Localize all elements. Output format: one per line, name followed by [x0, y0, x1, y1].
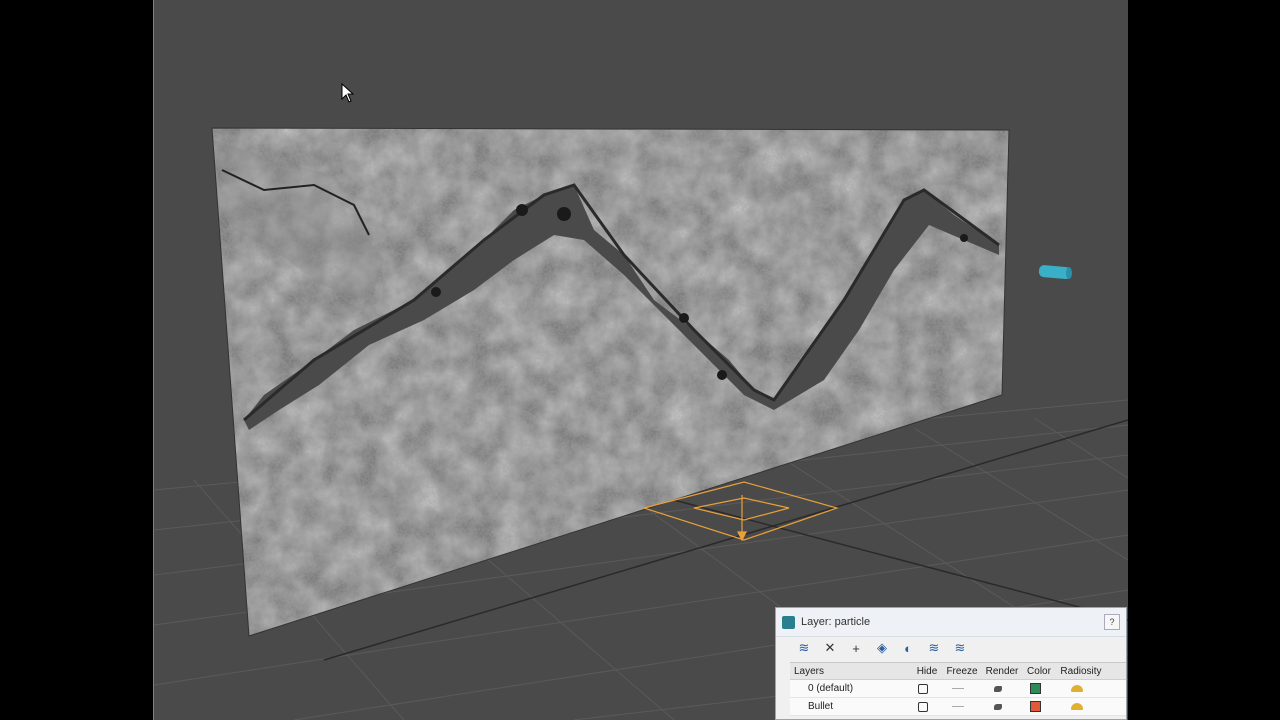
hide-toggle[interactable] [918, 683, 928, 694]
col-radiosity[interactable]: Radiosity [1056, 666, 1106, 677]
panel-title-bar[interactable]: Layer: particle ? [776, 608, 1126, 637]
highlight-layer-icon[interactable]: ◐ [900, 640, 916, 656]
col-hide[interactable]: Hide [912, 666, 942, 677]
table-row[interactable]: Bullet [790, 698, 1126, 716]
create-layer-icon[interactable]: ≋ [796, 640, 812, 656]
render-teapot-icon[interactable] [994, 685, 1002, 692]
col-freeze[interactable]: Freeze [942, 666, 982, 677]
add-to-layer-icon[interactable]: + [848, 640, 864, 656]
help-button[interactable]: ? [1104, 614, 1120, 630]
col-layers[interactable]: Layers [790, 666, 912, 677]
layer-color-swatch[interactable] [1029, 683, 1041, 694]
layer-name[interactable]: 0 (default) [790, 683, 908, 694]
render-teapot-icon[interactable] [994, 703, 1002, 710]
layers-table: Layers Hide Freeze Render Color Radiosit… [790, 662, 1126, 716]
table-row[interactable]: 0 (default) [790, 680, 1126, 698]
mouse-cursor-icon [341, 83, 355, 103]
delete-layer-icon[interactable]: ✕ [822, 640, 838, 656]
app-logo-icon [782, 615, 795, 629]
freeze-toggle[interactable] [952, 688, 964, 689]
col-render[interactable]: Render [982, 666, 1022, 677]
layer-toolbar: ≋ ✕ + ◈ ◐ ≋ ≋ [776, 637, 1126, 659]
radiosity-icon[interactable] [1071, 685, 1083, 692]
panel-title: Layer: particle [801, 616, 871, 628]
freeze-all-icon[interactable]: ≋ [952, 640, 968, 656]
table-header: Layers Hide Freeze Render Color Radiosit… [790, 663, 1126, 680]
col-color[interactable]: Color [1022, 666, 1056, 677]
layer-color-swatch[interactable] [1029, 701, 1041, 712]
hide-toggle[interactable] [918, 701, 928, 712]
layer-manager-panel: Layer: particle ? ≋ ✕ + ◈ ◐ ≋ ≋ Layers H… [775, 607, 1127, 720]
freeze-toggle[interactable] [952, 706, 964, 707]
radiosity-icon[interactable] [1071, 703, 1083, 710]
select-in-layer-icon[interactable]: ◈ [874, 640, 890, 656]
bullet-object [1038, 265, 1072, 280]
stone-wall [212, 128, 1009, 636]
layer-name[interactable]: Bullet [790, 701, 908, 712]
hide-all-icon[interactable]: ≋ [926, 640, 942, 656]
